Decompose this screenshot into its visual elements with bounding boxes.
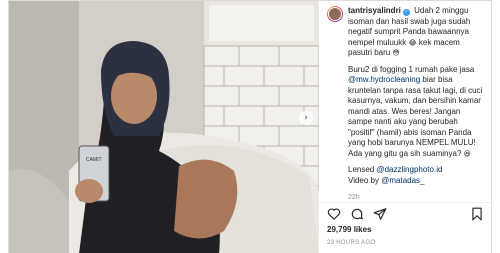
bookmark-icon[interactable] — [470, 207, 484, 221]
caption-part-2a: Buru2 di fogging 1 rumah pake jasa — [348, 64, 475, 74]
ask-emoji: 😆 — [463, 149, 471, 158]
caption-header: tantrisyalindri ✓ Udah 2 minggu isoman da… — [319, 1, 491, 59]
like-count[interactable]: 29,799 likes — [327, 225, 371, 236]
mention-photo-link[interactable]: @dazzlingphoto.id — [376, 165, 442, 174]
username-link[interactable]: tantrisyalindri — [348, 6, 401, 15]
caption-part-2b: biar bisa kruntelan tanpa rasa takut lag… — [348, 75, 483, 158]
action-bar — [319, 202, 491, 224]
mention-cleaning-link[interactable]: @mw.hydrocleaning — [348, 75, 420, 84]
next-arrow-icon[interactable]: › — [299, 111, 313, 125]
caption-paragraph-2: Buru2 di fogging 1 rumah pake jasa @mw.h… — [348, 65, 484, 160]
lensed-label: Lensed — [348, 165, 375, 174]
instagram-post: CAMIT › tantrisyalindri ✓ Udah 2 minggu i… — [8, 0, 492, 253]
verified-icon: ✓ — [402, 9, 410, 16]
heart-icon[interactable] — [327, 207, 341, 221]
share-icon[interactable] — [373, 207, 387, 221]
caption-text: tantrisyalindri ✓ Udah 2 minggu isoman da… — [348, 6, 484, 59]
svg-text:CAMIT: CAMIT — [86, 157, 102, 163]
photo-scene: CAMIT — [9, 1, 319, 253]
post-side-panel: tantrisyalindri ✓ Udah 2 minggu isoman da… — [319, 1, 491, 253]
mention-video-link[interactable]: @matadas_ — [381, 176, 424, 185]
laugh-emoji: 😂 — [408, 38, 417, 47]
posted-time: 23 HOURS AGO — [327, 240, 376, 246]
shy-emoji: 😳 — [392, 49, 400, 57]
credits: Lensed @dazzlingphoto.id Video by @matad… — [348, 165, 484, 186]
video-label: Video by — [348, 175, 379, 185]
caption-body: Buru2 di fogging 1 rumah pake jasa @mw.h… — [319, 65, 491, 187]
avatar[interactable] — [327, 6, 343, 22]
comment-icon[interactable] — [350, 207, 364, 221]
post-photo[interactable]: CAMIT › — [9, 1, 319, 253]
